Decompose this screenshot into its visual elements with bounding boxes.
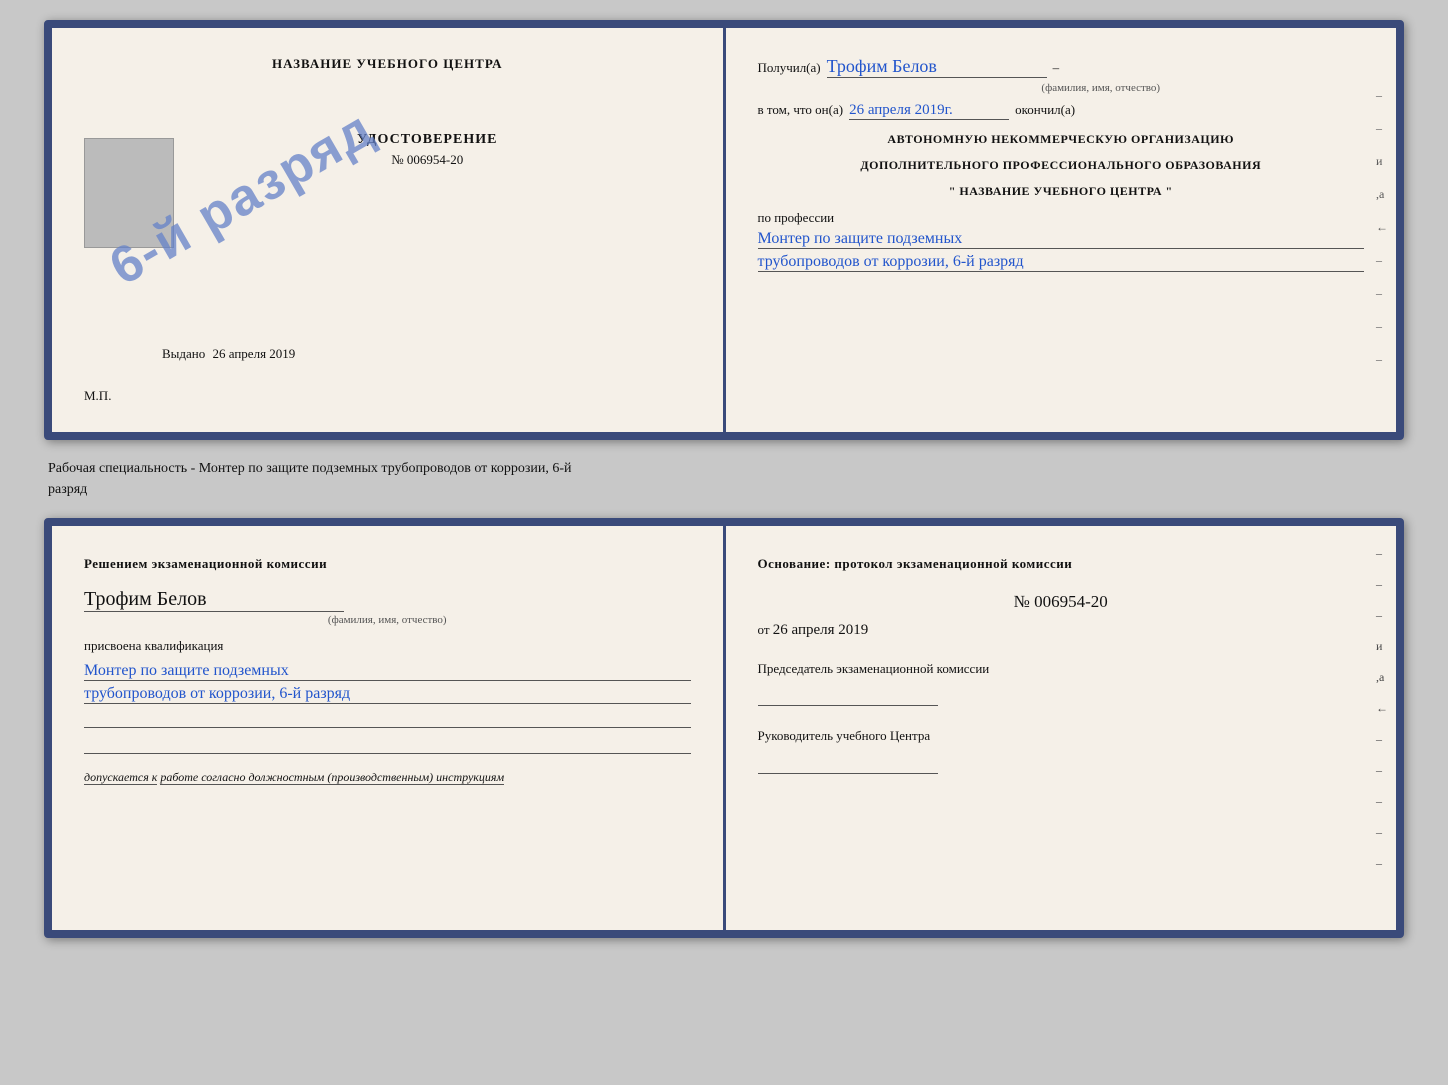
fio-sub-top: (фамилия, имя, отчество) [838, 82, 1365, 94]
head-title: Руководитель учебного Центра [758, 726, 1365, 746]
допускается-label: допускается к [84, 770, 157, 785]
mp-label: М.П. [84, 388, 111, 404]
qual-line1: Монтер по защите подземных [84, 662, 691, 681]
profession-line2: трубопроводов от коррозии, 6-й разряд [758, 253, 1365, 272]
допускается-value: работе согласно должностным (производств… [160, 770, 504, 785]
head-sig-line [758, 754, 938, 774]
vtom-date: 26 апреля 2019г. [849, 102, 1009, 120]
vydano-block: Выдано 26 апреля 2019 [162, 346, 295, 362]
chairman-sig-line [758, 686, 938, 706]
lower-name-hw: Трофим Белов [84, 588, 344, 612]
poluchil-row: Получил(a) Трофим Белов – [758, 56, 1365, 78]
cert-left-page: НАЗВАНИЕ УЧЕБНОГО ЦЕНТРА УДОСТОВЕРЕНИЕ №… [52, 28, 726, 432]
middle-text-block: Рабочая специальность - Монтер по защите… [44, 458, 1404, 500]
dash1: – [1053, 60, 1060, 76]
lower-date-row: от 26 апреля 2019 [758, 622, 1365, 639]
chairman-title: Председатель экзаменационной комиссии [758, 659, 1365, 679]
org-line3: " НАЗВАНИЕ УЧЕБНОГО ЦЕНТРА " [758, 182, 1365, 200]
blank-line-2 [84, 734, 691, 754]
qual-line2: трубопроводов от коррозии, 6-й разряд [84, 685, 691, 704]
ot-label: от [758, 622, 770, 637]
ot-date: 26 апреля 2019 [773, 622, 869, 638]
lower-certificate-book: Решением экзаменационной комиссии Трофим… [44, 518, 1404, 938]
profession-line1: Монтер по защите подземных [758, 230, 1365, 249]
head-block: Руководитель учебного Центра [758, 726, 1365, 774]
udost-title: УДОСТОВЕРЕНИЕ [164, 132, 691, 148]
lower-fio-sub: (фамилия, имя, отчество) [84, 614, 691, 626]
right-side-deco-top: – – и ,а ← – – – – [1376, 88, 1388, 367]
recipient-name: Трофим Белов [827, 56, 1047, 78]
допускается-block: допускается к работе согласно должностны… [84, 770, 691, 785]
vtom-label: в том, что он(a) [758, 102, 844, 118]
right-side-deco-lower: – – – и ,а ← – – – – – [1376, 546, 1388, 871]
vydano-date: 26 апреля 2019 [213, 346, 296, 361]
lower-heading: Решением экзаменационной комиссии [84, 554, 691, 574]
cert-right-page: Получил(a) Трофим Белов – (фамилия, имя,… [726, 28, 1397, 432]
middle-line2: разряд [48, 479, 1404, 500]
top-certificate-book: НАЗВАНИЕ УЧЕБНОГО ЦЕНТРА УДОСТОВЕРЕНИЕ №… [44, 20, 1404, 440]
blank-line-1 [84, 708, 691, 728]
udost-block: УДОСТОВЕРЕНИЕ № 006954-20 [164, 132, 691, 168]
lower-right-page: Основание: протокол экзаменационной коми… [726, 526, 1397, 930]
vydano-label: Выдано [162, 346, 205, 361]
po-professii: по профессии [758, 210, 1365, 226]
org-line2: ДОПОЛНИТЕЛЬНОГО ПРОФЕССИОНАЛЬНОГО ОБРАЗО… [758, 156, 1365, 174]
vtom-row: в том, что он(a) 26 апреля 2019г. окончи… [758, 102, 1365, 120]
lower-number-block: № 006954-20 [758, 592, 1365, 612]
org-line1: АВТОНОМНУЮ НЕКОММЕРЧЕСКУЮ ОРГАНИЗАЦИЮ [758, 130, 1365, 148]
photo-placeholder [84, 138, 174, 248]
poluchil-label: Получил(a) [758, 60, 821, 76]
lower-number-hw: № 006954-20 [758, 592, 1365, 612]
osnov-label: Основание: протокол экзаменационной коми… [758, 554, 1365, 574]
assigned-label: присвоена квалификация [84, 638, 691, 654]
middle-line1: Рабочая специальность - Монтер по защите… [48, 458, 1404, 479]
lower-left-page: Решением экзаменационной комиссии Трофим… [52, 526, 726, 930]
cert-left-title: НАЗВАНИЕ УЧЕБНОГО ЦЕНТРА [84, 56, 691, 72]
udost-number: № 006954-20 [164, 152, 691, 168]
chairman-block: Председатель экзаменационной комиссии [758, 659, 1365, 707]
okonchil-label: окончил(a) [1015, 102, 1075, 118]
